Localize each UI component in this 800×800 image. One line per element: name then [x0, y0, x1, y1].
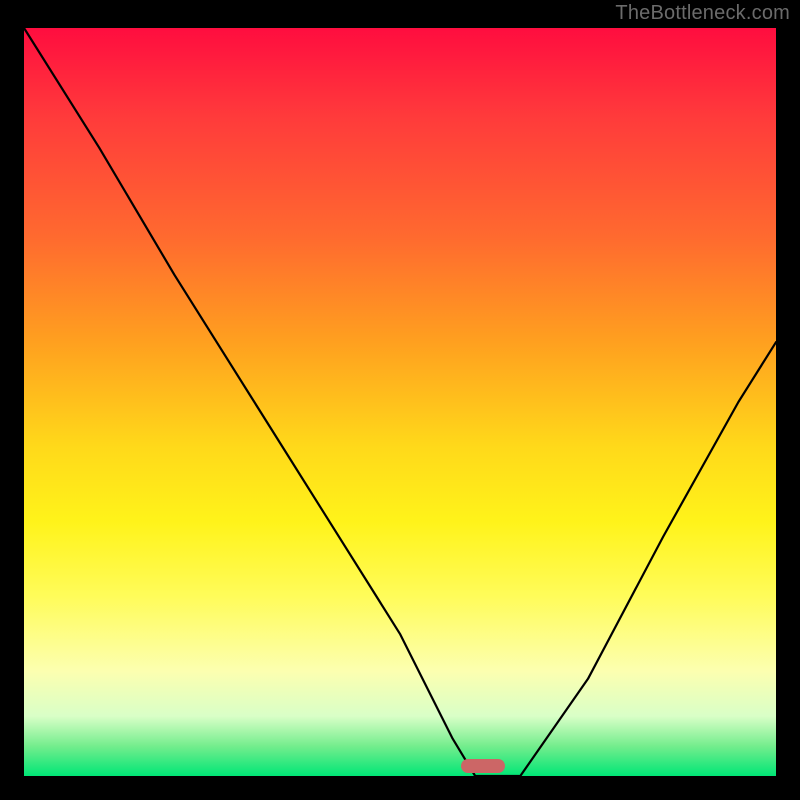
plot-area [24, 28, 776, 776]
minimum-marker [461, 759, 505, 773]
chart-frame: TheBottleneck.com [0, 0, 800, 800]
watermark-text: TheBottleneck.com [615, 2, 790, 25]
bottleneck-curve [24, 28, 776, 776]
